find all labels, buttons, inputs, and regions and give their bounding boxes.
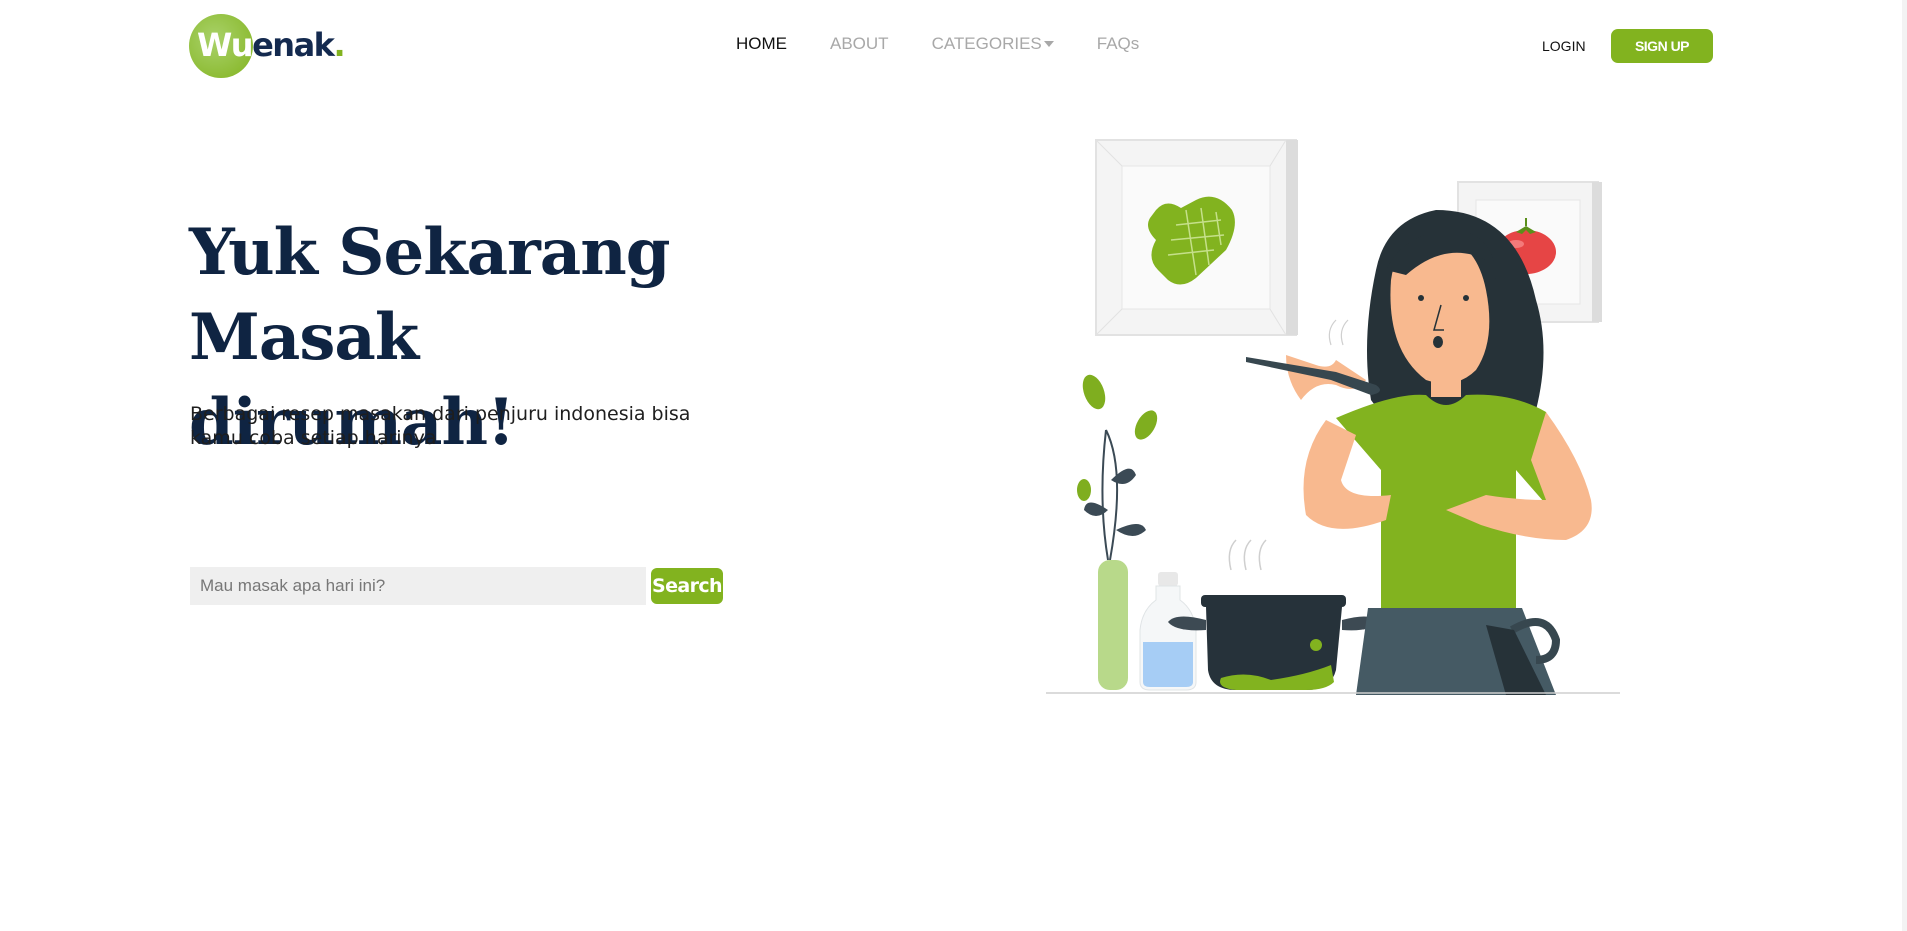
woman-cooking-illustration [1046, 139, 1620, 695]
search-button[interactable]: Search [651, 568, 723, 604]
nav-faqs[interactable]: FAQs [1097, 34, 1140, 54]
search-input[interactable] [190, 567, 646, 605]
nav-categories-label: CATEGORIES [931, 34, 1042, 53]
login-link[interactable]: LOGIN [1542, 38, 1586, 54]
caret-down-icon [1043, 41, 1054, 47]
hero-title-line1: Yuk Sekarang [189, 215, 670, 290]
brand-logo[interactable]: Wuenak. [189, 14, 346, 78]
main-menu: HOME ABOUT CATEGORIES FAQs [736, 34, 1182, 54]
pot-icon [1168, 539, 1378, 690]
hero-subtitle: Berbagai resep masakan dari penjuru indo… [190, 403, 691, 449]
logo-text: Wuenak. [197, 26, 346, 64]
nav-home[interactable]: HOME [736, 34, 787, 54]
navbar: Wuenak. HOME ABOUT CATEGORIES FAQs LOGIN… [0, 0, 1907, 92]
bottle-icon [1139, 572, 1197, 691]
page-scrollbar[interactable] [1902, 0, 1907, 931]
signup-button[interactable]: SIGN UP [1611, 29, 1713, 63]
nav-categories[interactable]: CATEGORIES [932, 34, 1054, 54]
search-bar: Search [190, 567, 723, 605]
nav-about[interactable]: ABOUT [830, 34, 889, 54]
